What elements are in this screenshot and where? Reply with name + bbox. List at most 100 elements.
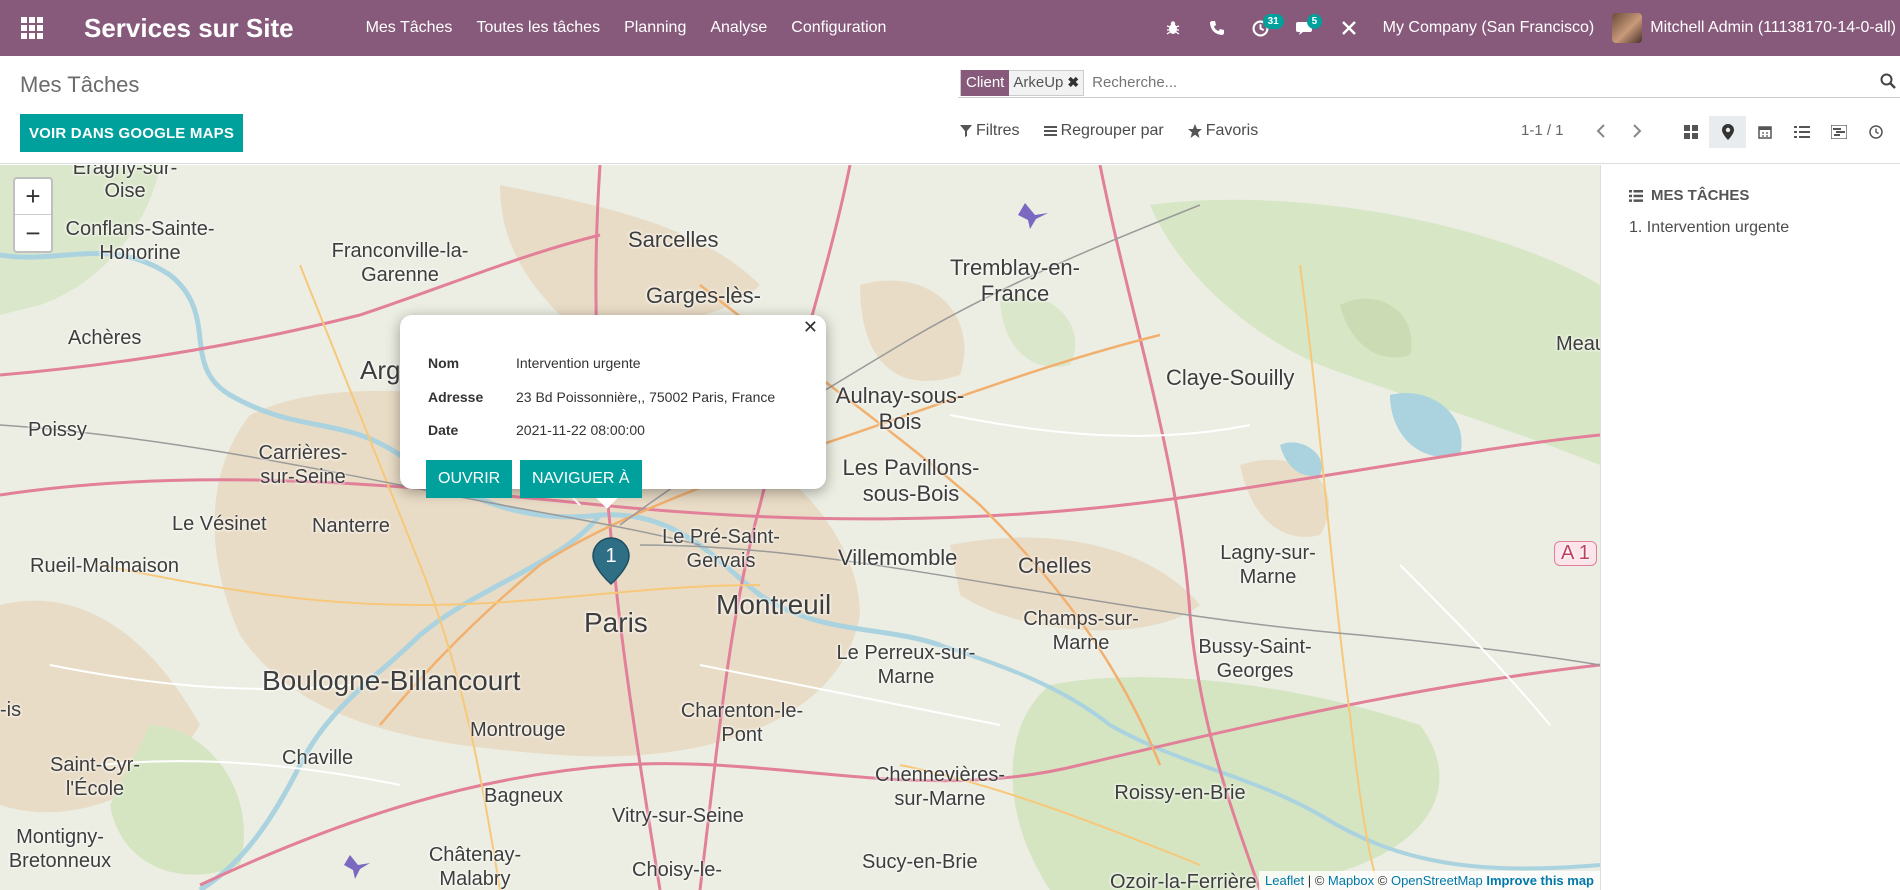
zoom-in-button[interactable]: + xyxy=(15,179,51,215)
calendar-view-button[interactable] xyxy=(1746,116,1783,148)
search-facet: Client ArkeUp ✖ xyxy=(960,69,1085,96)
place-label: Villemomble xyxy=(838,545,958,570)
facet-remove-icon[interactable]: ✖ xyxy=(1067,74,1083,91)
place-label: Roissy-en-Brie xyxy=(1114,782,1246,804)
messages-icon[interactable]: 5 xyxy=(1283,0,1327,56)
place-label: Boulogne-Billancourt xyxy=(262,665,521,696)
popup-key: Nom xyxy=(428,355,460,371)
sidebar-task-item[interactable]: 1. Intervention urgente xyxy=(1629,219,1789,237)
popup-row-date: Date 2021-11-22 08:00:00 xyxy=(428,422,645,438)
place-label: Bagneux xyxy=(484,785,563,807)
list-icon xyxy=(1629,189,1643,202)
group-by-button[interactable]: Regrouper par xyxy=(1043,122,1164,140)
chevron-right-icon xyxy=(1633,124,1642,138)
main-menu: Mes Tâches Toutes les tâches Planning An… xyxy=(354,0,899,56)
map-marker[interactable]: 1 xyxy=(592,537,630,585)
avatar xyxy=(1612,13,1643,43)
place-label: Rueil-Malmaison xyxy=(30,555,179,577)
place-label: Eragny-sur-Oise xyxy=(72,165,178,202)
zoom-out-button[interactable]: − xyxy=(15,215,51,251)
place-label: Meau xyxy=(1556,333,1600,355)
place-label: Garges-lès- xyxy=(646,283,761,308)
clock-icon xyxy=(1868,125,1883,139)
map-sidebar: MES TÂCHES 1. Intervention urgente xyxy=(1600,165,1900,890)
list-icon xyxy=(1043,126,1057,136)
place-label: Lagny-sur-Marne xyxy=(1220,542,1316,588)
place-label: Achères xyxy=(68,327,142,349)
popup-value: 23 Bd Poissonnière,, 75002 Paris, France xyxy=(516,389,776,405)
place-label: Tremblay-en-France xyxy=(950,255,1080,306)
map-marker-icon xyxy=(1721,124,1734,140)
list-view-button[interactable] xyxy=(1783,116,1820,148)
place-label: Choisy-le- xyxy=(632,859,723,881)
search-options: Filtres Regrouper par Favoris xyxy=(960,122,1258,140)
bug-icon[interactable] xyxy=(1151,0,1195,56)
top-navbar: Services sur Site Mes Tâches Toutes les … xyxy=(0,0,1900,56)
pager-previous-button[interactable] xyxy=(1586,116,1616,146)
place-label: Montrouge xyxy=(470,719,566,741)
open-button[interactable]: OUVRIR xyxy=(426,460,513,498)
place-label: Nanterre xyxy=(312,515,390,537)
place-label: Montigny-Bretonneux xyxy=(8,826,112,872)
breadcrumb: Mes Tâches xyxy=(20,72,140,97)
popup-value: Intervention urgente xyxy=(516,355,641,371)
sidebar-title-text: MES TÂCHES xyxy=(1651,187,1750,204)
messages-count-badge: 5 xyxy=(1306,14,1323,29)
attribution-text: © xyxy=(1374,873,1391,888)
pager-value[interactable]: 1-1 / 1 xyxy=(1521,122,1564,139)
facet-value: ArkeUp xyxy=(1013,74,1064,91)
map-canvas[interactable]: Eragny-sur-Oise Conflans-Sainte-Honorine… xyxy=(0,165,1600,890)
navigate-button[interactable]: NAVIGUER À xyxy=(520,460,642,498)
favorites-button[interactable]: Favoris xyxy=(1187,122,1259,140)
view-in-google-maps-button[interactable]: VOIR DANS GOOGLE MAPS xyxy=(20,114,243,152)
place-label: Bussy-Saint-Georges xyxy=(1198,636,1312,682)
apps-menu-icon[interactable] xyxy=(0,0,64,56)
activity-clock-icon[interactable]: 31 xyxy=(1239,0,1284,56)
filters-label: Filtres xyxy=(976,122,1020,139)
menu-item-mes-taches[interactable]: Mes Tâches xyxy=(354,0,465,56)
menu-item-analyse[interactable]: Analyse xyxy=(698,0,779,56)
openstreetmap-link[interactable]: OpenStreetMap xyxy=(1391,873,1483,888)
phone-icon[interactable] xyxy=(1195,0,1239,56)
list-view-icon xyxy=(1793,126,1810,138)
popup-close-icon[interactable]: ✕ xyxy=(803,317,818,338)
menu-item-toutes-taches[interactable]: Toutes les tâches xyxy=(464,0,612,56)
place-label: Charenton-le-Pont xyxy=(680,700,804,746)
activity-view-button[interactable] xyxy=(1857,116,1894,148)
attribution-text: | © xyxy=(1304,873,1328,888)
pager-next-button[interactable] xyxy=(1622,116,1652,146)
company-switcher[interactable]: My Company (San Francisco) xyxy=(1383,19,1595,37)
favorites-label: Favoris xyxy=(1205,122,1259,139)
map-view-button[interactable] xyxy=(1709,116,1746,148)
mapbox-link[interactable]: Mapbox xyxy=(1328,873,1374,888)
improve-map-link[interactable]: Improve this map xyxy=(1486,873,1594,888)
activity-count-badge: 31 xyxy=(1262,14,1284,29)
filters-button[interactable]: Filtres xyxy=(960,122,1020,140)
popup-value: 2021-11-22 08:00:00 xyxy=(516,422,645,438)
gantt-view-button[interactable] xyxy=(1820,116,1857,148)
facet-label: Client xyxy=(961,69,1010,96)
kanban-view-button[interactable] xyxy=(1672,116,1709,148)
leaflet-link[interactable]: Leaflet xyxy=(1265,873,1304,888)
search-input[interactable] xyxy=(1090,73,1900,92)
place-label: Franconville-la-Garenne xyxy=(331,240,469,286)
calendar-icon xyxy=(1757,126,1772,139)
place-label: Le Pré-Saint-Gervais xyxy=(662,526,780,572)
place-label: Montreuil xyxy=(716,589,832,620)
menu-item-configuration[interactable]: Configuration xyxy=(779,0,898,56)
search-icon[interactable] xyxy=(1880,73,1896,89)
tools-icon[interactable] xyxy=(1327,0,1371,56)
zoom-control: + − xyxy=(13,177,53,253)
place-label: Chaville xyxy=(282,747,354,769)
app-title[interactable]: Services sur Site xyxy=(84,13,294,44)
view-switcher xyxy=(1672,116,1894,148)
chevron-left-icon xyxy=(1596,124,1605,138)
place-label: Carrières-sur-Seine xyxy=(258,442,348,488)
systray: 31 5 My Company (San Francisco) Mitchell… xyxy=(1151,0,1900,56)
menu-item-planning[interactable]: Planning xyxy=(612,0,698,56)
sidebar-title: MES TÂCHES xyxy=(1629,187,1749,204)
user-menu[interactable]: Mitchell Admin (11138170-14-0-all) xyxy=(1612,13,1896,43)
popup-row-name: Nom Intervention urgente xyxy=(428,355,641,371)
place-label: Claye-Souilly xyxy=(1166,365,1295,390)
place-label: Le Vésinet xyxy=(172,513,267,535)
